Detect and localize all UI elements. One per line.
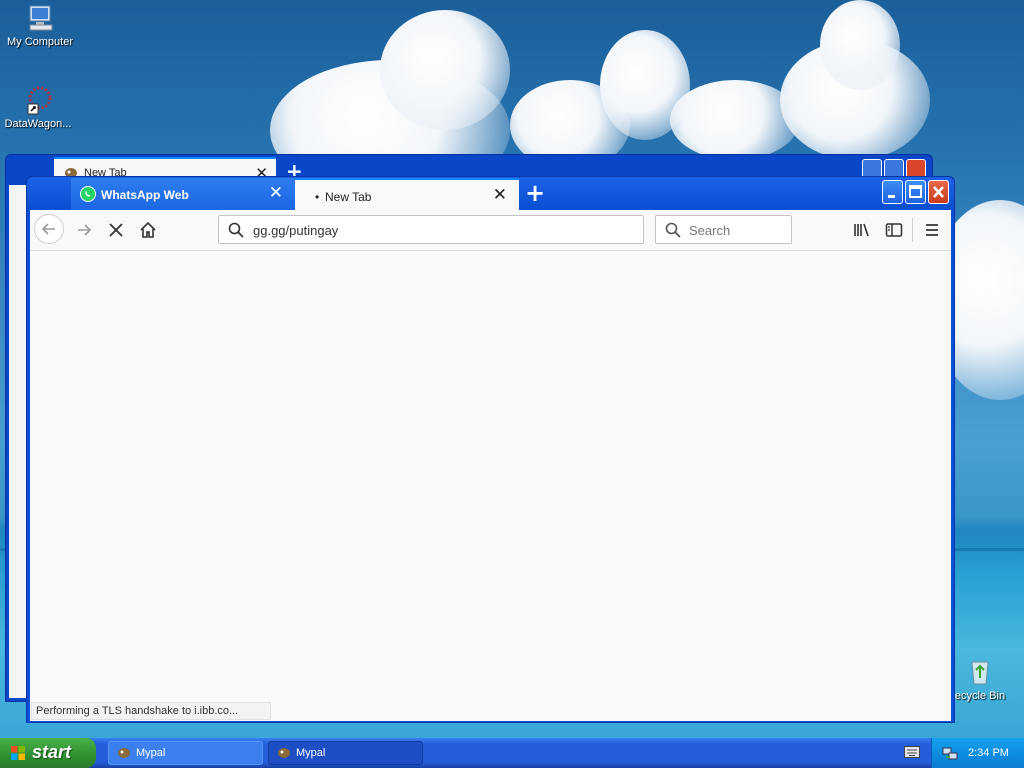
search-icon: [665, 222, 681, 238]
taskbar-item-mypal[interactable]: Mypal: [108, 741, 263, 765]
maximize-button[interactable]: [905, 180, 926, 204]
mypal-icon: [278, 748, 290, 758]
home-button[interactable]: [134, 216, 162, 244]
my-computer-desktop-icon[interactable]: My Computer: [0, 2, 80, 48]
desktop-icon-label: DataWagon...: [4, 118, 72, 130]
close-window-button[interactable]: [928, 180, 949, 204]
taskbar-item-label: Mypal: [136, 747, 166, 759]
home-icon: [140, 221, 156, 238]
toolbar-separator: [912, 218, 913, 242]
page-content: Performing a TLS handshake to i.ibb.co..…: [30, 251, 951, 721]
back-button[interactable]: [34, 214, 64, 244]
search-icon: [228, 222, 244, 238]
new-tab-plus-icon[interactable]: +: [525, 179, 545, 207]
tab-label: New Tab: [325, 190, 372, 204]
close-tab-icon[interactable]: ✕: [493, 186, 507, 203]
datawagon-desktop-icon[interactable]: DataWagon...: [0, 84, 78, 130]
search-bar[interactable]: [655, 215, 792, 244]
menu-button[interactable]: [918, 216, 946, 244]
url-input[interactable]: [251, 222, 635, 239]
search-input[interactable]: [687, 222, 789, 239]
tab-whatsapp-web[interactable]: WhatsApp Web ✕: [71, 178, 295, 210]
desktop-icon-label: My Computer: [6, 36, 74, 48]
forward-button[interactable]: [70, 216, 98, 244]
clock[interactable]: 2:34 PM: [968, 747, 1009, 759]
sidebar-icon: [885, 223, 903, 237]
keyboard-icon[interactable]: [904, 746, 920, 758]
url-bar[interactable]: [218, 215, 644, 244]
library-icon: [854, 223, 869, 237]
windows-logo-icon: [11, 746, 25, 760]
datawagon-shortcut-icon: [22, 84, 54, 116]
stop-button[interactable]: [102, 216, 130, 244]
mypal-icon: [118, 748, 130, 758]
close-tab-icon[interactable]: ✕: [269, 184, 283, 201]
network-icon[interactable]: [942, 745, 958, 761]
library-button[interactable]: [848, 216, 876, 244]
taskbar: start Mypal Mypal 2:34 PM: [0, 738, 1024, 768]
sidebar-button[interactable]: [880, 216, 908, 244]
tab-bar: WhatsApp Web ✕ • New Tab ✕ +: [27, 177, 954, 210]
tab-label: WhatsApp Web: [101, 188, 189, 202]
navigation-toolbar: [30, 210, 951, 251]
recycle-bin-icon: [964, 656, 996, 688]
hamburger-menu-icon: [926, 224, 938, 236]
system-tray: 2:34 PM: [931, 738, 1024, 768]
loading-dot-icon: •: [315, 190, 320, 204]
whatsapp-icon: [80, 186, 96, 202]
status-bar: Performing a TLS handshake to i.ibb.co..…: [31, 702, 271, 720]
taskbar-item-label: Mypal: [296, 747, 326, 759]
start-label: start: [32, 742, 72, 762]
stop-x-icon: [109, 223, 123, 237]
minimize-button[interactable]: [882, 180, 903, 204]
browser-window[interactable]: WhatsApp Web ✕ • New Tab ✕ + gg.gg/putin…: [26, 176, 955, 723]
computer-icon: [24, 2, 56, 34]
taskbar-item-mypal[interactable]: Mypal: [268, 741, 423, 765]
forward-arrow-icon: [78, 224, 92, 236]
tab-new-tab[interactable]: • New Tab ✕: [295, 178, 519, 210]
back-arrow-icon: [41, 223, 55, 235]
start-button[interactable]: start: [0, 738, 96, 768]
